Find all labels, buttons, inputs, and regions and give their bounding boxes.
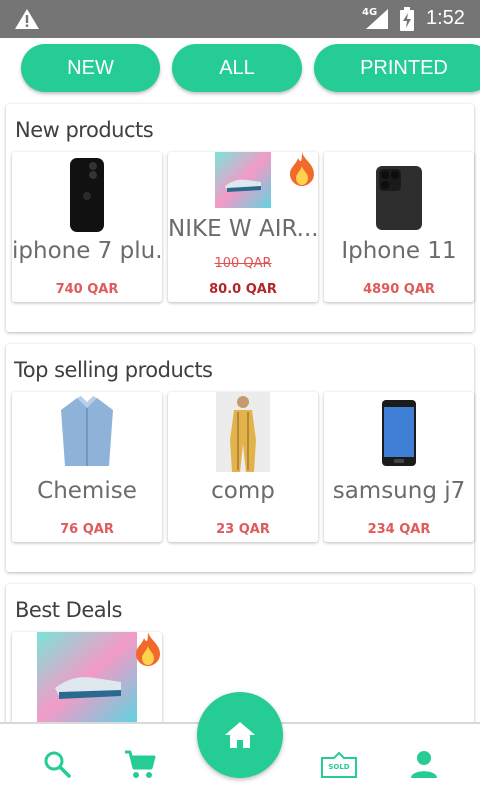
- home-button[interactable]: [197, 692, 283, 778]
- filter-printed-button[interactable]: PRINTED: [314, 44, 480, 92]
- home-icon: [225, 722, 255, 748]
- clock: 1:52: [426, 7, 465, 29]
- product-sale-price: 80.0 QAR: [209, 282, 277, 297]
- product-card[interactable]: iphone 7 plu... 740 QAR: [12, 152, 162, 302]
- section-title: Best Deals: [15, 598, 122, 622]
- filter-all-button[interactable]: ALL: [172, 44, 302, 92]
- hot-flame-icon: [136, 632, 160, 666]
- cart-icon[interactable]: [124, 750, 156, 780]
- search-icon[interactable]: [43, 750, 71, 778]
- product-card[interactable]: Chemise 76 QAR: [12, 392, 162, 542]
- warning-icon: [15, 9, 39, 29]
- filter-new-button[interactable]: NEW: [21, 44, 160, 92]
- iphone-7-image: [70, 158, 104, 232]
- product-name: Iphone 11: [341, 238, 457, 264]
- best-deal-shoe-image: [37, 632, 137, 722]
- product-name: samsung j7: [332, 478, 466, 504]
- signal-icon: [366, 9, 388, 29]
- iphone-11-image: [376, 166, 422, 230]
- product-price: 234 QAR: [367, 522, 431, 537]
- status-bar: 4G 1:52: [0, 0, 480, 38]
- product-price: 76 QAR: [60, 522, 114, 537]
- product-card[interactable]: Iphone 11 4890 QAR: [324, 152, 474, 302]
- new-products-section: New products iphone 7 plu... 740 QAR NIK…: [6, 104, 474, 332]
- section-title: New products: [15, 118, 154, 142]
- chemise-shirt-image: [61, 396, 113, 466]
- product-name: comp: [211, 478, 275, 504]
- hot-flame-icon: [290, 152, 314, 186]
- product-price: 23 QAR: [216, 522, 270, 537]
- top-selling-section: Top selling products Chemise 76 QAR comp…: [6, 344, 474, 572]
- product-name: NIKE W AIR...: [168, 216, 318, 242]
- sold-label: SOLD: [328, 763, 350, 771]
- comp-outfit-image: [216, 392, 270, 472]
- product-card[interactable]: samsung j7 234 QAR: [324, 392, 474, 542]
- product-price: 4890 QAR: [363, 282, 435, 297]
- battery-charging-icon: [400, 7, 414, 31]
- product-card[interactable]: comp 23 QAR: [168, 392, 318, 542]
- nike-shoe-image: [215, 152, 271, 208]
- product-card[interactable]: NIKE W AIR... 100 QAR 80.0 QAR: [168, 152, 318, 302]
- samsung-j7-image: [382, 400, 416, 466]
- filter-bar: NEW ALL PRINTED: [0, 44, 480, 92]
- product-old-price: 100 QAR: [214, 256, 272, 271]
- product-name: Chemise: [37, 478, 137, 504]
- profile-icon[interactable]: [410, 750, 438, 778]
- sold-tag-icon[interactable]: SOLD: [321, 752, 357, 778]
- product-price: 740 QAR: [55, 282, 119, 297]
- product-name: iphone 7 plu...: [12, 238, 162, 264]
- section-title: Top selling products: [14, 358, 213, 382]
